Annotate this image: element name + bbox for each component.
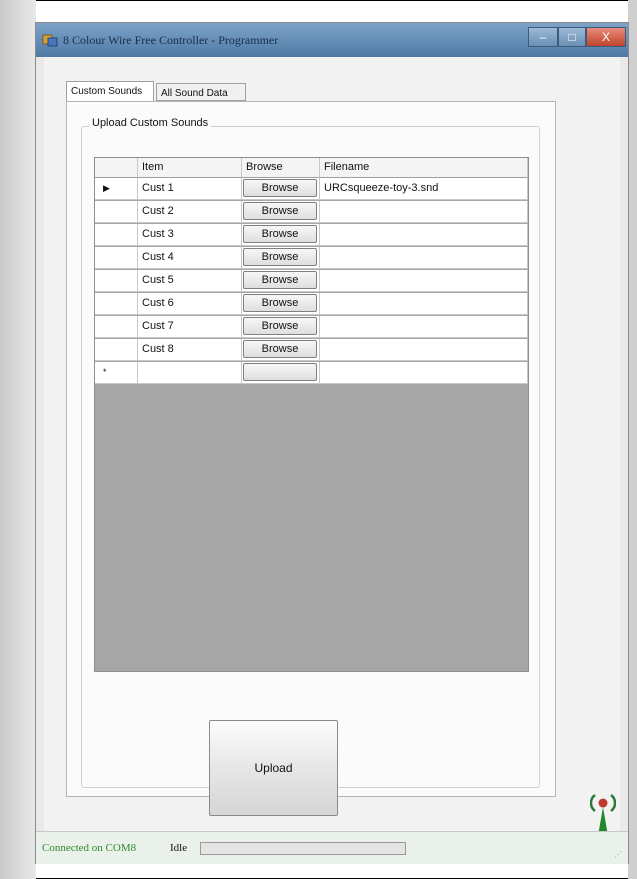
minimize-button[interactable]: – xyxy=(528,27,558,47)
filename-cell[interactable] xyxy=(320,201,528,223)
close-button[interactable]: X xyxy=(586,27,626,47)
browse-button[interactable]: Browse xyxy=(243,317,317,335)
new-row[interactable]: * xyxy=(95,362,528,384)
browse-cell: Browse xyxy=(242,270,320,292)
antenna-icon xyxy=(590,794,616,836)
table-row[interactable]: Cust 5 Browse xyxy=(95,270,528,292)
table-row[interactable]: ▶ Cust 1 Browse URCsqueeze-toy-3.snd xyxy=(95,178,528,200)
item-cell[interactable]: Cust 6 xyxy=(138,293,242,315)
row-header[interactable] xyxy=(95,316,138,338)
browse-cell: Browse xyxy=(242,201,320,223)
browse-button[interactable]: Browse xyxy=(243,294,317,312)
sounds-grid[interactable]: Item Browse Filename ▶ Cust 1 Browse URCsqu… xyxy=(94,157,529,672)
item-cell[interactable]: Cust 2 xyxy=(138,201,242,223)
app-icon xyxy=(42,34,58,47)
item-cell[interactable]: Cust 5 xyxy=(138,270,242,292)
client-area: Custom Sounds All Sound Data Item Browse… xyxy=(44,57,620,836)
item-cell[interactable]: Cust 1 xyxy=(138,178,242,200)
column-header-filename[interactable]: Filename xyxy=(320,158,528,178)
maximize-button[interactable]: □ xyxy=(558,27,586,47)
browse-cell: Browse xyxy=(242,247,320,269)
filename-cell[interactable] xyxy=(320,339,528,361)
title-bar[interactable]: 8 Colour Wire Free Controller - Programm… xyxy=(36,23,628,57)
tab-custom-sounds[interactable]: Custom Sounds xyxy=(66,81,154,103)
filename-cell[interactable] xyxy=(320,316,528,338)
browse-cell: Browse xyxy=(242,339,320,361)
table-row[interactable]: Cust 7 Browse xyxy=(95,316,528,338)
row-header[interactable] xyxy=(95,339,138,361)
upload-button[interactable]: Upload xyxy=(209,720,338,816)
browse-button[interactable]: Browse xyxy=(243,340,317,358)
item-cell[interactable]: Cust 4 xyxy=(138,247,242,269)
browse-button[interactable]: Browse xyxy=(243,202,317,220)
column-header-item[interactable]: Item xyxy=(138,158,242,178)
row-header[interactable] xyxy=(95,293,138,315)
grid-header-row: Item Browse Filename xyxy=(95,158,528,180)
table-row[interactable]: Cust 6 Browse xyxy=(95,293,528,315)
item-cell[interactable]: Cust 8 xyxy=(138,339,242,361)
browse-cell: Browse xyxy=(242,178,320,200)
table-row[interactable]: Cust 8 Browse xyxy=(95,339,528,361)
item-cell[interactable]: Cust 3 xyxy=(138,224,242,246)
desktop-background-left xyxy=(0,0,36,879)
item-cell[interactable] xyxy=(138,362,242,384)
group-title: Upload Custom Sounds xyxy=(89,117,212,129)
progress-bar xyxy=(200,842,406,855)
browse-cell xyxy=(242,362,320,384)
row-header-corner xyxy=(95,158,138,178)
browse-button[interactable] xyxy=(243,363,317,381)
filename-cell[interactable] xyxy=(320,293,528,315)
window-title: 8 Colour Wire Free Controller - Programm… xyxy=(63,33,279,47)
row-header[interactable] xyxy=(95,247,138,269)
row-header[interactable] xyxy=(95,270,138,292)
filename-cell[interactable]: URCsqueeze-toy-3.snd xyxy=(320,178,528,200)
browse-button[interactable]: Browse xyxy=(243,179,317,197)
item-cell[interactable]: Cust 7 xyxy=(138,316,242,338)
browse-button[interactable]: Browse xyxy=(243,248,317,266)
connection-status: Connected on COM8 xyxy=(42,842,137,854)
table-row[interactable]: Cust 3 Browse xyxy=(95,224,528,246)
table-row[interactable]: Cust 2 Browse xyxy=(95,201,528,223)
filename-cell[interactable] xyxy=(320,247,528,269)
state-status: Idle xyxy=(170,842,188,854)
resize-grip[interactable]: ⋰ xyxy=(614,850,622,859)
upload-custom-sounds-group: Item Browse Filename ▶ Cust 1 Browse URCsqu… xyxy=(81,126,540,816)
row-header[interactable] xyxy=(95,224,138,246)
browse-cell: Browse xyxy=(242,293,320,315)
row-header[interactable]: * xyxy=(95,362,138,384)
row-header[interactable]: ▶ xyxy=(95,178,138,200)
filename-cell[interactable] xyxy=(320,362,528,384)
desktop-background-right xyxy=(628,0,637,879)
status-bar: Connected on COM8 Idle ⋰ xyxy=(36,831,628,864)
tab-all-sound-data[interactable]: All Sound Data xyxy=(156,83,246,101)
browse-cell: Browse xyxy=(242,316,320,338)
tab-panel-custom-sounds: Item Browse Filename ▶ Cust 1 Browse URCsqu… xyxy=(66,101,556,816)
browse-button[interactable]: Browse xyxy=(243,225,317,243)
browse-button[interactable]: Browse xyxy=(243,271,317,289)
filename-cell[interactable] xyxy=(320,224,528,246)
table-row[interactable]: Cust 4 Browse xyxy=(95,247,528,269)
row-header[interactable] xyxy=(95,201,138,223)
current-row-indicator: ▶ xyxy=(103,183,110,193)
browse-cell: Browse xyxy=(242,224,320,246)
column-header-browse[interactable]: Browse xyxy=(242,158,320,178)
app-window: 8 Colour Wire Free Controller - Programm… xyxy=(35,22,629,864)
new-row-indicator: * xyxy=(103,367,107,377)
filename-cell[interactable] xyxy=(320,270,528,292)
